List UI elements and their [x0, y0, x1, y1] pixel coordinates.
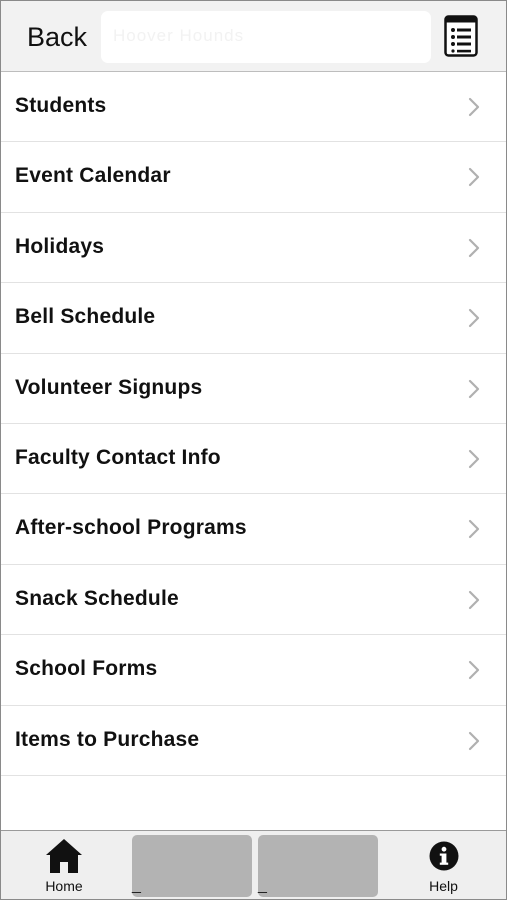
tab-help[interactable]: Help	[381, 831, 506, 899]
list-item-volunteer-signups[interactable]: Volunteer Signups	[1, 353, 506, 424]
list-item-after-school-programs[interactable]: After-school Programs	[1, 494, 506, 565]
list-item-label: Students	[15, 94, 107, 117]
list-item-bell-schedule[interactable]: Bell Schedule	[1, 283, 506, 354]
home-icon	[46, 839, 82, 873]
bottom-tab-bar: Home _ _ Help	[1, 830, 506, 899]
list-item-school-forms[interactable]: School Forms	[1, 635, 506, 706]
chevron-right-icon	[468, 379, 480, 398]
list-item-label: Volunteer Signups	[15, 375, 203, 399]
chevron-right-icon	[468, 238, 480, 257]
list-item-label: Faculty Contact Info	[15, 445, 221, 469]
chevron-right-icon	[468, 309, 480, 328]
app-screen: Back Hoover Hounds Students Event Calend…	[0, 0, 507, 900]
chevron-right-icon	[468, 97, 480, 117]
menu-button[interactable]	[444, 15, 478, 57]
list-item-label: Snack Schedule	[15, 586, 179, 610]
chevron-right-icon	[468, 731, 480, 750]
list-item-label: Items to Purchase	[15, 727, 200, 751]
page-title: Hoover Hounds	[113, 26, 245, 45]
list-menu-icon	[444, 15, 478, 57]
list-item-label: After-school Programs	[15, 516, 247, 540]
list-item-students[interactable]: Students	[1, 72, 506, 143]
info-icon	[429, 841, 459, 871]
list-item-label: Holidays	[15, 234, 105, 258]
tab-slot-2[interactable]: _	[132, 835, 252, 897]
chevron-right-icon	[468, 168, 480, 187]
list-item-label: School Forms	[15, 657, 158, 681]
top-bar: Back Hoover Hounds	[1, 1, 506, 72]
list-item-faculty-contact-info[interactable]: Faculty Contact Info	[1, 423, 506, 495]
tab-slot-2-label: _	[132, 877, 141, 894]
list-item-label: Bell Schedule	[15, 305, 156, 329]
tab-slot-3-label: _	[258, 877, 267, 894]
list-item-items-to-purchase[interactable]: Items to Purchase	[1, 705, 506, 776]
list-item-label: Event Calendar	[15, 164, 171, 188]
tab-slot-3[interactable]: _	[258, 835, 378, 897]
tab-home-label: Home	[45, 878, 83, 894]
chevron-right-icon	[468, 520, 480, 539]
menu-list: Students Event Calendar Holidays Bell Sc…	[1, 72, 506, 776]
chevron-right-icon	[468, 661, 480, 680]
list-item-holidays[interactable]: Holidays	[1, 212, 506, 284]
tab-home[interactable]: Home	[1, 831, 127, 899]
back-button[interactable]: Back	[27, 21, 87, 53]
title-field: Hoover Hounds	[101, 11, 431, 63]
list-item-snack-schedule[interactable]: Snack Schedule	[1, 564, 506, 636]
tab-help-label: Help	[429, 878, 458, 894]
chevron-right-icon	[468, 590, 480, 609]
chevron-right-icon	[468, 449, 480, 469]
list-item-event-calendar[interactable]: Event Calendar	[1, 142, 506, 213]
